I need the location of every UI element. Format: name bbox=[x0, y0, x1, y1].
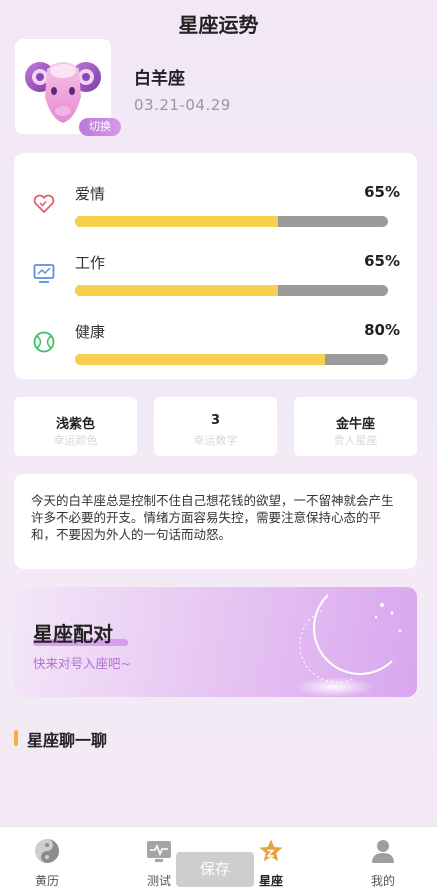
fortune-progress-fill bbox=[75, 216, 279, 227]
fortune-row-love: 爱情 65% bbox=[14, 163, 417, 227]
fortune-progress-bar bbox=[75, 285, 388, 296]
sign-dates: 03.21-04.29 bbox=[134, 96, 231, 114]
fortune-label: 健康 bbox=[75, 323, 106, 341]
lucky-label: 幸运颜色 bbox=[53, 434, 98, 447]
fortune-card: 爱情 65% 工作 65% 健康 80% bbox=[14, 153, 417, 379]
fortune-progress-fill bbox=[75, 285, 279, 296]
sign-avatar-card[interactable]: 切换 bbox=[15, 39, 121, 136]
yin-yang-icon bbox=[35, 839, 59, 863]
user-icon bbox=[372, 840, 394, 863]
ball-icon bbox=[33, 331, 55, 353]
pairing-subtitle: 快来对号入座吧~ bbox=[33, 656, 131, 671]
lucky-value: 金牛座 bbox=[335, 417, 375, 432]
fortune-percent: 65% bbox=[364, 252, 400, 270]
save-button[interactable]: 保存 bbox=[176, 852, 254, 887]
lucky-number-card: 3 幸运数字 bbox=[154, 397, 277, 456]
switch-sign-button[interactable]: 切换 bbox=[79, 118, 121, 136]
lucky-sign-card: 金牛座 贵人星座 bbox=[294, 397, 417, 456]
fortune-label: 爱情 bbox=[75, 185, 106, 203]
fortune-label: 工作 bbox=[75, 254, 106, 272]
lucky-label: 贵人星座 bbox=[333, 434, 378, 447]
page-title: 星座运势 bbox=[178, 13, 259, 37]
section-accent-bar bbox=[14, 730, 18, 746]
monitor-icon bbox=[33, 264, 55, 283]
fortune-row-health: 健康 80% bbox=[14, 301, 417, 365]
lucky-color-card: 浅紫色 幸运颜色 bbox=[14, 397, 137, 456]
lucky-label: 幸运数字 bbox=[193, 434, 238, 447]
pairing-title: 星座配对 bbox=[33, 622, 113, 646]
tab-profile[interactable]: 我的 bbox=[348, 827, 418, 892]
crescent-moon-icon bbox=[294, 594, 402, 697]
sign-name: 白羊座 bbox=[134, 69, 185, 89]
lucky-value: 3 bbox=[210, 413, 221, 428]
pulse-monitor-icon bbox=[147, 841, 171, 862]
heart-icon bbox=[33, 194, 55, 213]
lucky-value: 浅紫色 bbox=[55, 417, 95, 432]
sign-pairing-banner[interactable]: 星座配对 快来对号入座吧~ bbox=[14, 587, 417, 697]
section-title: 星座聊一聊 bbox=[27, 731, 108, 750]
star-icon bbox=[259, 839, 283, 862]
fortune-percent: 80% bbox=[364, 321, 400, 339]
tab-label: 我的 bbox=[370, 874, 395, 888]
fortune-progress-fill bbox=[75, 354, 326, 365]
fortune-percent: 65% bbox=[364, 183, 400, 201]
tab-almanac[interactable]: 黄历 bbox=[12, 827, 82, 892]
fortune-description: 今天的白羊座总是控制不住自己想花钱的欲望，一不留神就会产生许多不必要的开支。情绪… bbox=[14, 474, 417, 569]
fortune-progress-bar bbox=[75, 216, 388, 227]
tab-label: 黄历 bbox=[34, 874, 59, 888]
fortune-row-work: 工作 65% bbox=[14, 232, 417, 296]
fortune-progress-bar bbox=[75, 354, 388, 365]
